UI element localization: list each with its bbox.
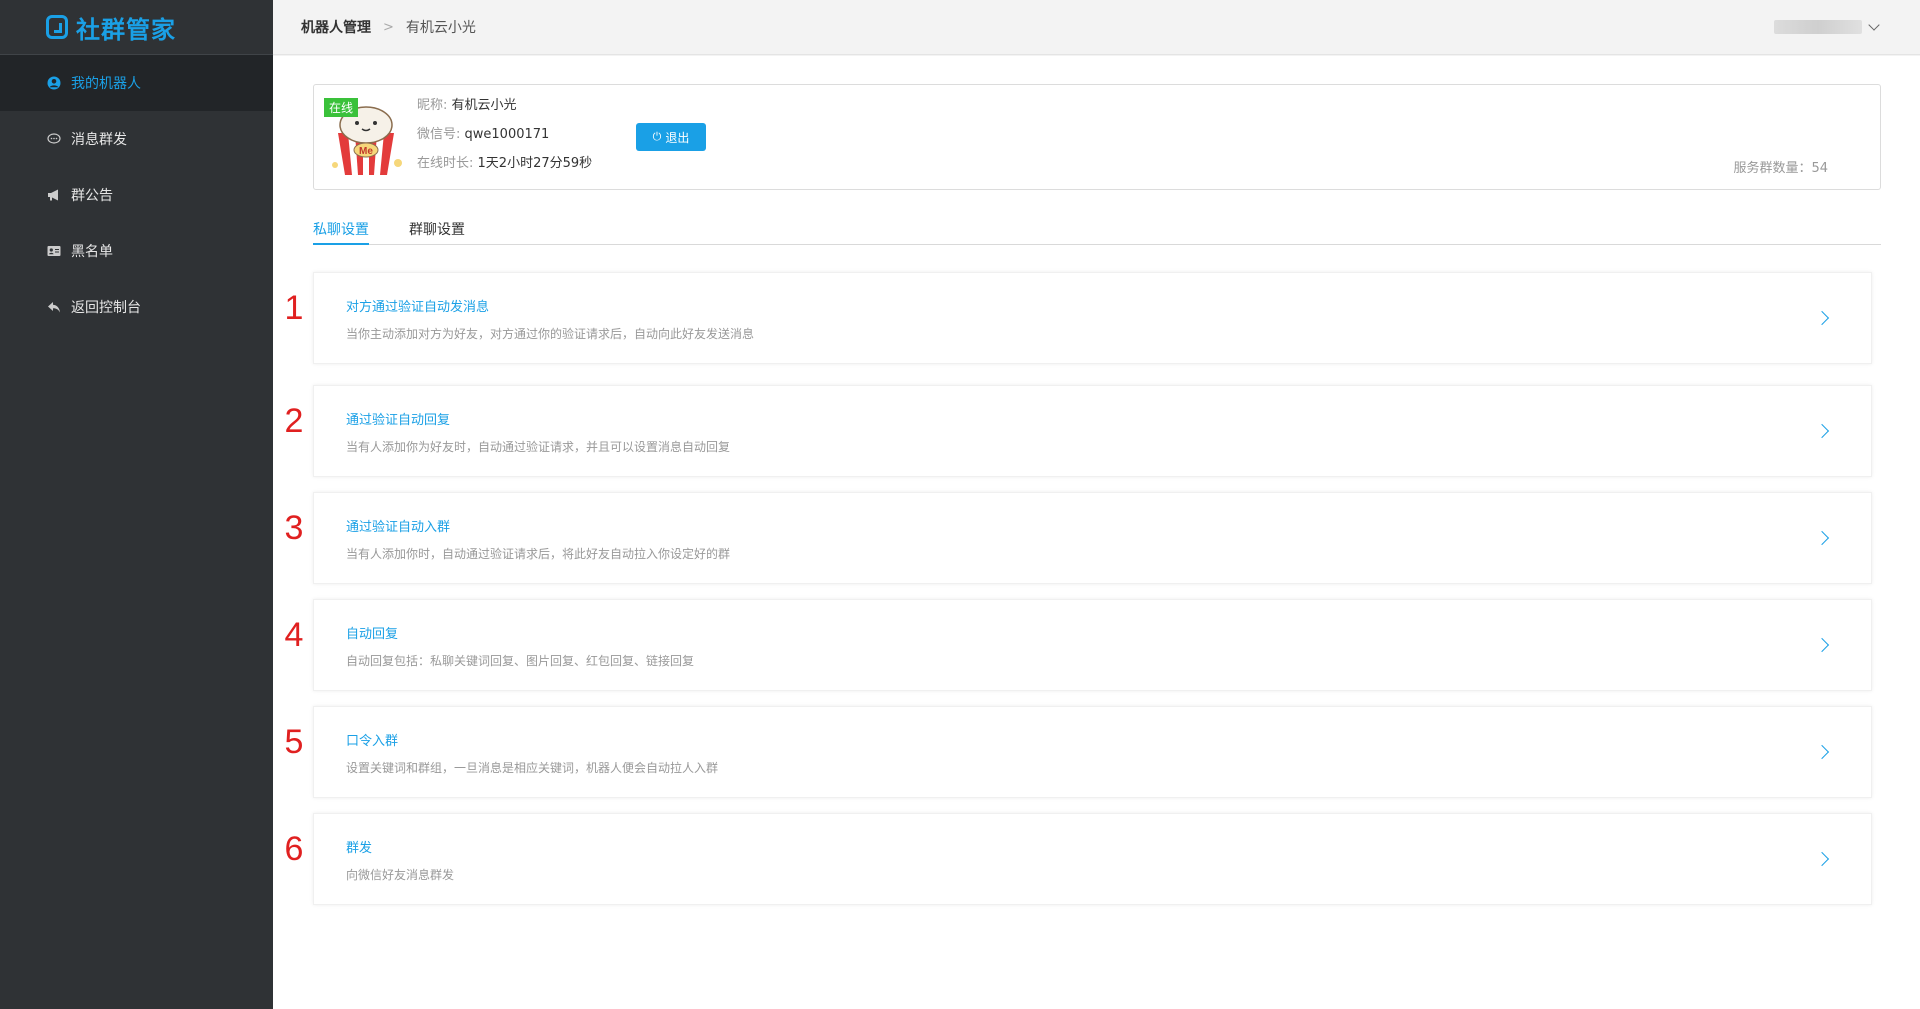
setting-title: 对方通过验证自动发消息 [346, 300, 490, 315]
top-bar: 机器人管理 > 有机云小光 [273, 0, 1920, 55]
setting-item[interactable]: 通过验证自动回复 当有人添加你为好友时，自动通过验证请求，并且可以设置消息自动回… [313, 385, 1872, 477]
status-badge: 在线 [324, 98, 359, 117]
chevron-down-icon [1868, 19, 1880, 31]
sidebar-item-group-notice[interactable]: 群公告 [0, 167, 273, 223]
setting-description: 当有人添加你为好友时，自动通过验证请求，并且可以设置消息自动回复 [346, 440, 731, 454]
sidebar-item-label: 返回控制台 [71, 300, 141, 316]
online-duration-value: 1天2小时27分59秒 [477, 156, 593, 171]
main-content: 在线 Me 昵称: 有机云小光 微信号: qwe1000171 在线时长: 1天… [273, 56, 1920, 1009]
annotation-number: 5 [284, 723, 304, 761]
setting-description: 当有人添加你时，自动通过验证请求后，将此好友自动拉入你设定好的群 [346, 547, 731, 561]
breadcrumb-separator: > [383, 19, 394, 35]
setting-title: 群发 [346, 841, 373, 856]
annotation-number: 2 [284, 402, 304, 440]
setting-description: 自动回复包括：私聊关键词回复、图片回复、红包回复、链接回复 [346, 654, 695, 668]
annotation-number: 6 [284, 830, 304, 868]
chat-bubble-icon [47, 132, 61, 146]
wechat-value: qwe1000171 [464, 127, 550, 142]
setting-item[interactable]: 自动回复 自动回复包括：私聊关键词回复、图片回复、红包回复、链接回复 [313, 599, 1872, 691]
logo-text: 社群管家 [76, 15, 176, 44]
robot-card: 在线 Me 昵称: 有机云小光 微信号: qwe1000171 在线时长: 1天… [313, 84, 1881, 190]
setting-title: 通过验证自动入群 [346, 520, 451, 535]
svg-text:Me: Me [359, 146, 373, 157]
chevron-right-icon [1814, 423, 1830, 439]
chevron-right-icon [1814, 744, 1830, 760]
breadcrumb-current: 有机云小光 [405, 20, 476, 36]
annotation-number: 3 [284, 509, 304, 547]
sidebar-item-label: 黑名单 [71, 244, 113, 260]
chevron-right-icon [1814, 637, 1830, 653]
chevron-right-icon [1814, 851, 1830, 867]
setting-title: 口令入群 [346, 734, 399, 749]
megaphone-icon [47, 188, 61, 202]
logout-button[interactable]: ⏻ 退出 [636, 123, 706, 151]
setting-title: 通过验证自动回复 [346, 413, 451, 428]
logout-label: 退出 [665, 130, 690, 145]
user-name-blurred [1774, 20, 1862, 34]
tab-private-chat-settings[interactable]: 私聊设置 [313, 211, 369, 245]
nickname-value: 有机云小光 [451, 98, 517, 113]
annotation-number: 4 [284, 616, 304, 654]
nickname-row: 昵称: 有机云小光 [417, 99, 592, 128]
sidebar-item-label: 群公告 [71, 188, 113, 204]
reply-arrow-icon [47, 300, 61, 314]
setting-item[interactable]: 对方通过验证自动发消息 当你主动添加对方为好友，对方通过你的验证请求后，自动向此… [313, 272, 1872, 364]
wechat-label: 微信号: [417, 127, 461, 142]
chevron-right-icon [1814, 530, 1830, 546]
setting-description: 当你主动添加对方为好友，对方通过你的验证请求后，自动向此好友发送消息 [346, 327, 755, 341]
nickname-label: 昵称: [417, 98, 448, 113]
sidebar-item-my-robots[interactable]: 我的机器人 [0, 55, 273, 111]
breadcrumb-root[interactable]: 机器人管理 [301, 17, 371, 37]
user-menu[interactable] [1774, 19, 1880, 34]
setting-item[interactable]: 群发 向微信好友消息群发 [313, 813, 1872, 905]
tab-group-chat-settings[interactable]: 群聊设置 [409, 211, 465, 245]
settings-tabs: 私聊设置 群聊设置 [313, 211, 1881, 245]
chevron-right-icon [1814, 310, 1830, 326]
online-duration-row: 在线时长: 1天2小时27分59秒 [417, 157, 592, 186]
sidebar-item-label: 我的机器人 [71, 76, 141, 92]
online-duration-label: 在线时长: [417, 156, 474, 171]
sidebar-item-label: 消息群发 [71, 132, 127, 148]
setting-description: 向微信好友消息群发 [346, 868, 455, 882]
annotation-number: 1 [284, 289, 304, 327]
sidebar-item-back-to-console[interactable]: 返回控制台 [0, 279, 273, 335]
robot-info: 昵称: 有机云小光 微信号: qwe1000171 在线时长: 1天2小时27分… [417, 99, 592, 186]
id-card-icon [47, 244, 61, 258]
setting-description: 设置关键词和群组，一旦消息是相应关键词，机器人便会自动拉人入群 [346, 761, 719, 775]
setting-item[interactable]: 通过验证自动入群 当有人添加你时，自动通过验证请求后，将此好友自动拉入你设定好的… [313, 492, 1872, 584]
service-group-count: 服务群数量：54 [1733, 161, 1828, 176]
setting-title: 自动回复 [346, 627, 399, 642]
sidebar-item-message-broadcast[interactable]: 消息群发 [0, 111, 273, 167]
setting-item[interactable]: 口令入群 设置关键词和群组，一旦消息是相应关键词，机器人便会自动拉人入群 [313, 706, 1872, 798]
logo-icon [46, 15, 68, 39]
power-icon: ⏻ [652, 130, 662, 143]
sidebar: 社群管家 我的机器人 消息群发 群公告 黑名单 返回控制台 [0, 0, 273, 1009]
wechat-row: 微信号: qwe1000171 [417, 128, 592, 157]
user-circle-icon [47, 76, 61, 90]
logo[interactable]: 社群管家 [0, 0, 273, 55]
sidebar-item-blacklist[interactable]: 黑名单 [0, 223, 273, 279]
